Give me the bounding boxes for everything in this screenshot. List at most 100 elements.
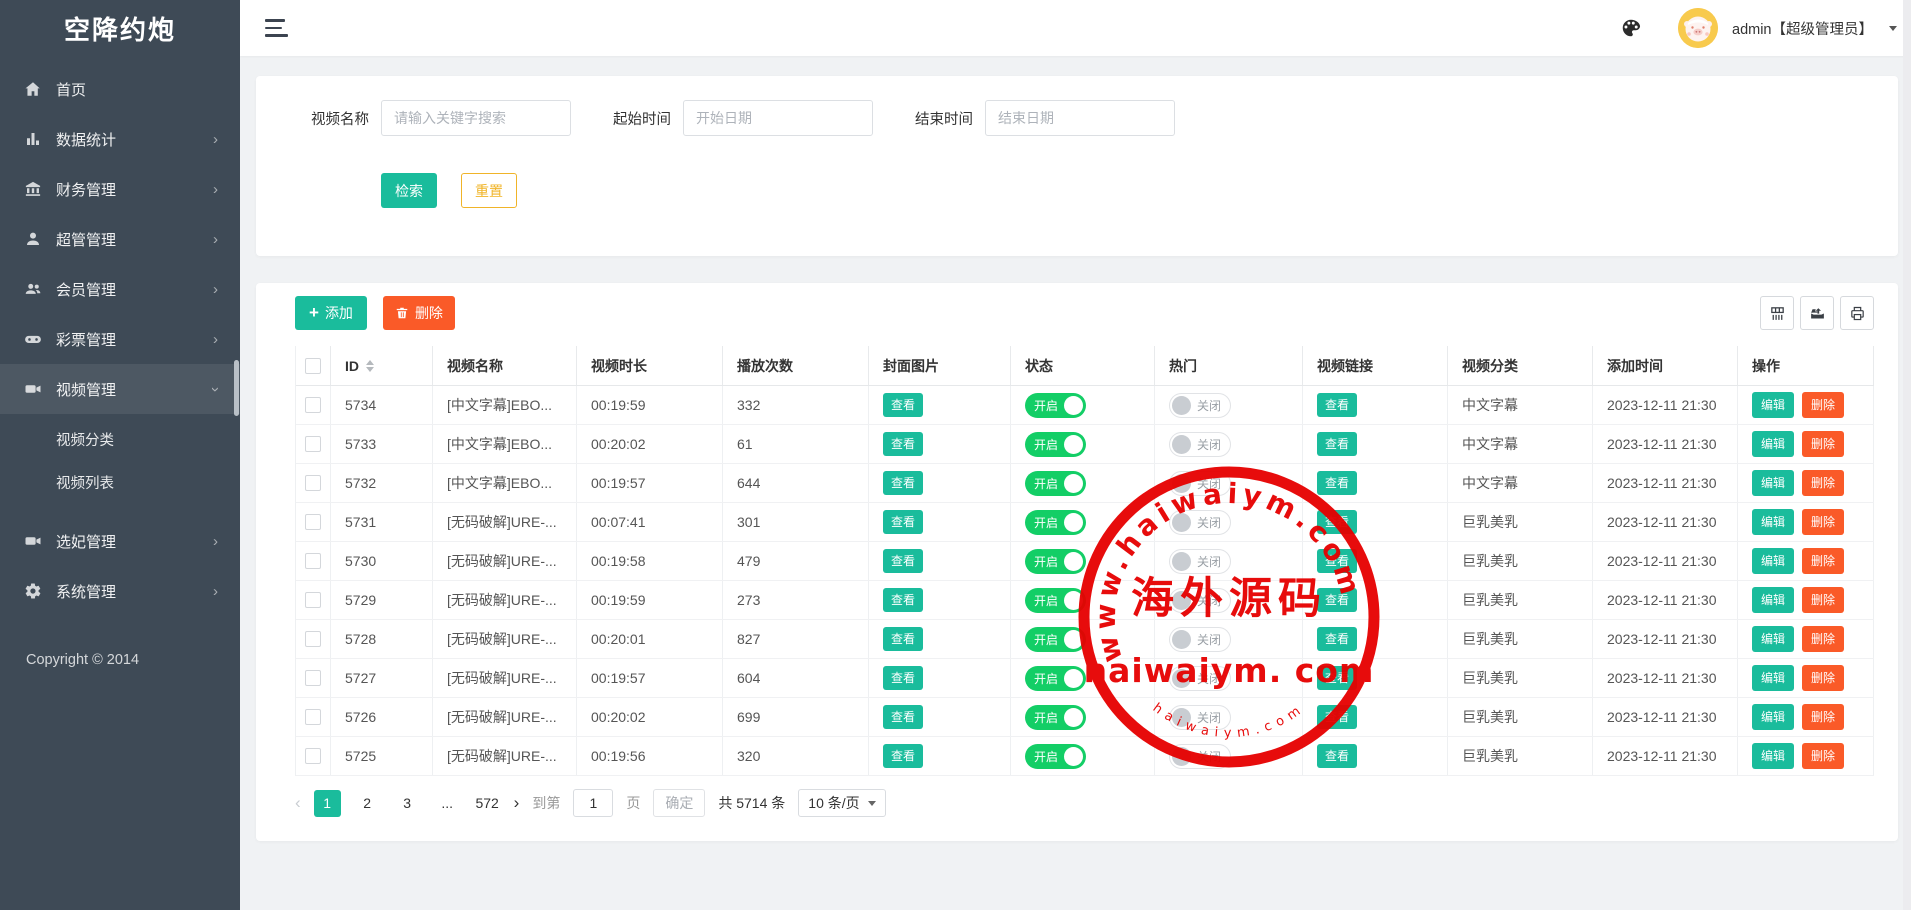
sidebar-subitem-video-category[interactable]: 视频分类 [0, 420, 240, 463]
row-delete-button[interactable]: 删除 [1802, 509, 1844, 535]
sidebar-item-system[interactable]: 系统管理› [0, 566, 240, 616]
edit-button[interactable]: 编辑 [1752, 431, 1794, 457]
row-delete-button[interactable]: 删除 [1802, 626, 1844, 652]
sidebar-item-home[interactable]: 首页 [0, 64, 240, 114]
row-delete-button[interactable]: 删除 [1802, 704, 1844, 730]
page-number-3[interactable]: 3 [394, 790, 421, 817]
cover-view-button[interactable]: 查看 [883, 510, 923, 534]
row-checkbox[interactable] [305, 436, 321, 452]
sidebar-subitem-video-list[interactable]: 视频列表 [0, 463, 240, 506]
edit-button[interactable]: 编辑 [1752, 743, 1794, 769]
theme-palette-icon[interactable] [1616, 13, 1646, 43]
video-name-input[interactable] [381, 100, 571, 136]
status-toggle-on[interactable]: 开启 [1025, 588, 1086, 613]
cover-view-button[interactable]: 查看 [883, 471, 923, 495]
edit-button[interactable]: 编辑 [1752, 626, 1794, 652]
status-toggle-on[interactable]: 开启 [1025, 549, 1086, 574]
link-view-button[interactable]: 查看 [1317, 744, 1357, 768]
sidebar-item-finance[interactable]: 财务管理› [0, 164, 240, 214]
row-checkbox[interactable] [305, 592, 321, 608]
sidebar-item-super-admin[interactable]: 超管管理› [0, 214, 240, 264]
row-delete-button[interactable]: 删除 [1802, 587, 1844, 613]
status-toggle-on[interactable]: 开启 [1025, 666, 1086, 691]
end-date-input[interactable] [985, 100, 1175, 136]
username-label[interactable]: admin【超级管理员】 [1732, 18, 1873, 39]
hot-toggle-off[interactable]: 关闭 [1169, 627, 1231, 652]
user-menu-caret-icon[interactable] [1889, 26, 1897, 31]
sidebar-item-stats[interactable]: 数据统计› [0, 114, 240, 164]
hot-toggle-off[interactable]: 关闭 [1169, 510, 1231, 535]
row-checkbox[interactable] [305, 631, 321, 647]
hot-toggle-off[interactable]: 关闭 [1169, 393, 1231, 418]
link-view-button[interactable]: 查看 [1317, 627, 1357, 651]
page-number-1[interactable]: 1 [314, 790, 341, 817]
reset-button[interactable]: 重置 [461, 173, 517, 208]
link-view-button[interactable]: 查看 [1317, 471, 1357, 495]
hot-toggle-off[interactable]: 关闭 [1169, 705, 1231, 730]
cover-view-button[interactable]: 查看 [883, 627, 923, 651]
row-checkbox[interactable] [305, 475, 321, 491]
prev-page-button[interactable]: ‹ [295, 793, 301, 813]
page-number-572[interactable]: 572 [474, 790, 501, 817]
add-button[interactable]: + 添加 [295, 296, 367, 330]
row-checkbox[interactable] [305, 748, 321, 764]
goto-confirm-button[interactable]: 确定 [653, 789, 705, 817]
sort-icon[interactable] [366, 360, 374, 372]
status-toggle-on[interactable]: 开启 [1025, 744, 1086, 769]
row-delete-button[interactable]: 删除 [1802, 665, 1844, 691]
user-avatar[interactable] [1678, 8, 1718, 48]
cover-view-button[interactable]: 查看 [883, 549, 923, 573]
cover-view-button[interactable]: 查看 [883, 588, 923, 612]
status-toggle-on[interactable]: 开启 [1025, 471, 1086, 496]
row-delete-button[interactable]: 删除 [1802, 548, 1844, 574]
goto-page-input[interactable] [573, 789, 613, 817]
status-toggle-on[interactable]: 开启 [1025, 705, 1086, 730]
cover-view-button[interactable]: 查看 [883, 744, 923, 768]
status-toggle-on[interactable]: 开启 [1025, 510, 1086, 535]
row-delete-button[interactable]: 删除 [1802, 743, 1844, 769]
row-checkbox[interactable] [305, 514, 321, 530]
page-size-select[interactable]: 10 条/页 [798, 789, 885, 817]
status-toggle-on[interactable]: 开启 [1025, 627, 1086, 652]
link-view-button[interactable]: 查看 [1317, 666, 1357, 690]
sidebar-item-members[interactable]: 会员管理› [0, 264, 240, 314]
status-toggle-on[interactable]: 开启 [1025, 432, 1086, 457]
row-checkbox[interactable] [305, 709, 321, 725]
cover-view-button[interactable]: 查看 [883, 666, 923, 690]
row-delete-button[interactable]: 删除 [1802, 431, 1844, 457]
edit-button[interactable]: 编辑 [1752, 548, 1794, 574]
row-delete-button[interactable]: 删除 [1802, 392, 1844, 418]
hot-toggle-off[interactable]: 关闭 [1169, 588, 1231, 613]
export-button[interactable] [1800, 296, 1834, 330]
page-number-2[interactable]: 2 [354, 790, 381, 817]
row-delete-button[interactable]: 删除 [1802, 470, 1844, 496]
link-view-button[interactable]: 查看 [1317, 549, 1357, 573]
link-view-button[interactable]: 查看 [1317, 705, 1357, 729]
window-scrollbar[interactable] [1903, 0, 1911, 910]
sidebar-item-concubine[interactable]: 选妃管理› [0, 516, 240, 566]
menu-toggle-icon[interactable] [265, 19, 289, 37]
hot-toggle-off[interactable]: 关闭 [1169, 549, 1231, 574]
next-page-button[interactable]: › [514, 793, 520, 813]
edit-button[interactable]: 编辑 [1752, 704, 1794, 730]
delete-button[interactable]: 删除 [383, 296, 455, 330]
link-view-button[interactable]: 查看 [1317, 510, 1357, 534]
columns-filter-button[interactable] [1760, 296, 1794, 330]
row-checkbox[interactable] [305, 397, 321, 413]
link-view-button[interactable]: 查看 [1317, 588, 1357, 612]
link-view-button[interactable]: 查看 [1317, 393, 1357, 417]
start-date-input[interactable] [683, 100, 873, 136]
sidebar-item-video[interactable]: 视频管理› [0, 364, 240, 414]
row-checkbox[interactable] [305, 553, 321, 569]
cover-view-button[interactable]: 查看 [883, 432, 923, 456]
select-all-checkbox[interactable] [305, 358, 321, 374]
edit-button[interactable]: 编辑 [1752, 665, 1794, 691]
edit-button[interactable]: 编辑 [1752, 470, 1794, 496]
search-button[interactable]: 检索 [381, 173, 437, 208]
sidebar-scrollbar-thumb[interactable] [234, 360, 239, 416]
cover-view-button[interactable]: 查看 [883, 705, 923, 729]
hot-toggle-off[interactable]: 关闭 [1169, 432, 1231, 457]
hot-toggle-off[interactable]: 关闭 [1169, 471, 1231, 496]
edit-button[interactable]: 编辑 [1752, 509, 1794, 535]
sidebar-item-lottery[interactable]: 彩票管理› [0, 314, 240, 364]
